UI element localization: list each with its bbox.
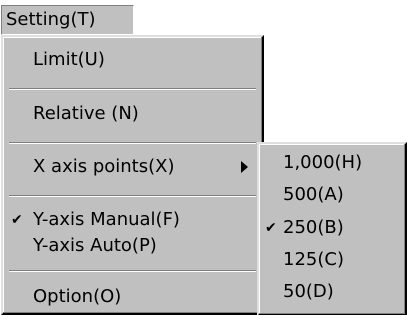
menu-item-label: Option(O): [33, 286, 122, 307]
menubar-setting[interactable]: Setting(T): [1, 5, 134, 35]
submenu-item-50[interactable]: 50(D): [259, 275, 405, 309]
checkmark-icon: ✔: [265, 220, 277, 236]
menu-item-label: Relative (N): [33, 103, 139, 124]
menu-item-x-axis-points[interactable]: X axis points(X): [3, 150, 262, 184]
submenu-item-1000[interactable]: 1,000(H): [259, 146, 405, 180]
menu-separator: [9, 195, 256, 197]
submenu-item-label: 50(D): [283, 281, 334, 302]
menu-item-y-axis-auto[interactable]: Y-axis Auto(P): [3, 229, 262, 263]
menu-item-label: X axis points(X): [33, 156, 175, 177]
submenu-item-label: 250(B): [283, 217, 344, 238]
menu-item-relative[interactable]: Relative (N): [3, 97, 262, 131]
setting-menu: Limit(U) Relative (N) X axis points(X) ✔…: [1, 35, 264, 315]
menu-item-limit[interactable]: Limit(U): [3, 43, 262, 77]
submenu-item-250[interactable]: ✔ 250(B): [259, 211, 405, 245]
menu-separator: [9, 270, 256, 272]
submenu-arrow-icon: [241, 161, 248, 173]
menu-item-label: Y-axis Auto(P): [33, 235, 157, 256]
submenu-item-125[interactable]: 125(C): [259, 243, 405, 277]
submenu-item-label: 125(C): [283, 249, 344, 270]
x-axis-points-submenu: 1,000(H) 500(A) ✔ 250(B) 125(C) 50(D): [257, 142, 407, 315]
submenu-item-500[interactable]: 500(A): [259, 178, 405, 212]
menu-item-label: Limit(U): [33, 49, 105, 70]
menu-separator: [9, 88, 256, 90]
menu-item-option[interactable]: Option(O): [3, 280, 262, 314]
menu-separator: [9, 142, 256, 144]
submenu-item-label: 500(A): [283, 184, 344, 205]
submenu-item-label: 1,000(H): [283, 152, 363, 173]
